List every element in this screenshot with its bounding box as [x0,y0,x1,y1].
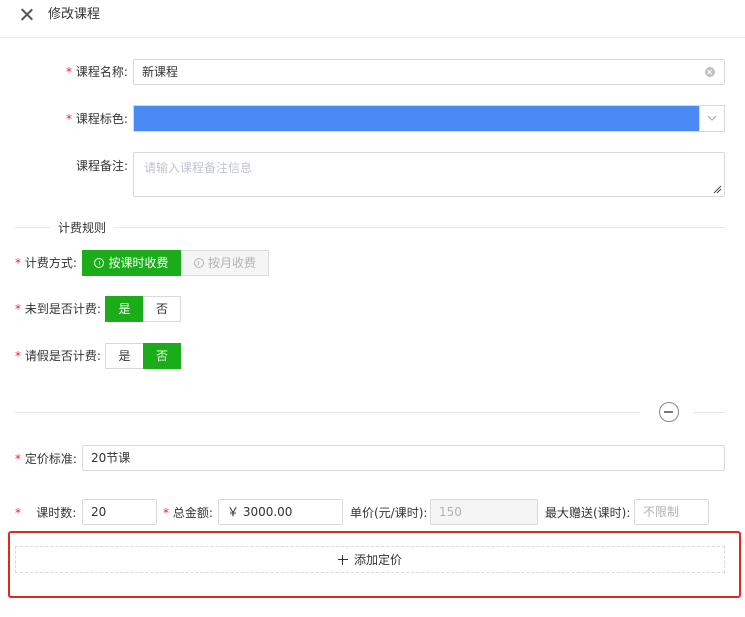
max-gift-label: 最大赠送(课时): [545,506,631,520]
resize-handle-icon[interactable] [713,185,722,194]
course-note-textarea[interactable]: 请输入课程备注信息 [133,152,725,197]
course-note-label: 课程备注: [76,159,129,173]
absent-no-button[interactable]: 否 [143,296,181,322]
leave-no-button[interactable]: 否 [143,343,181,369]
plus-icon [337,555,348,565]
clear-icon[interactable] [705,67,715,77]
info-icon [94,258,105,268]
dialog-header [0,0,745,38]
section-divider [15,227,725,228]
close-icon[interactable] [18,6,36,24]
class-hours-input[interactable]: 20 [82,499,157,525]
pricing-divider-right [693,412,725,413]
absent-billing-label: * 未到是否计费: [15,302,101,316]
pricing-standard-input[interactable]: 20节课 [82,445,725,471]
unit-price-input: 150 [430,499,538,525]
course-color-label: * 课程标色: [66,112,128,126]
pricing-divider [15,412,640,413]
total-amount-label: * 总金额: [163,506,213,520]
billing-by-month-button[interactable]: 按月收费 [181,250,269,276]
color-select-dropdown[interactable] [699,105,725,132]
billing-by-hour-button[interactable]: 按课时收费 [82,250,181,276]
info-icon [193,258,204,268]
remove-pricing-icon[interactable] [659,402,679,422]
class-hours-label: * 课时数: [15,506,77,520]
pricing-standard-label: * 定价标准: [15,452,77,466]
leave-billing-label: * 请假是否计费: [15,349,101,363]
billing-section-title: 计费规则 [50,219,115,236]
max-gift-input[interactable]: 不限制 [634,499,709,525]
course-name-input[interactable]: 新课程 [133,59,725,85]
leave-yes-button[interactable]: 是 [105,343,144,369]
chevron-down-icon [707,115,717,121]
course-name-label: * 课程名称: [66,65,128,79]
add-pricing-button[interactable]: 添加定价 [15,546,725,573]
total-amount-input[interactable]: ￥ 3000.00 [218,499,343,525]
billing-method-label: * 计费方式: [15,256,77,270]
page-title: 修改课程 [48,7,101,22]
absent-yes-button[interactable]: 是 [105,296,144,322]
course-color-swatch[interactable] [133,105,700,132]
unit-price-label: 单价(元/课时): [350,506,428,520]
course-note-placeholder: 请输入课程备注信息 [144,161,253,175]
